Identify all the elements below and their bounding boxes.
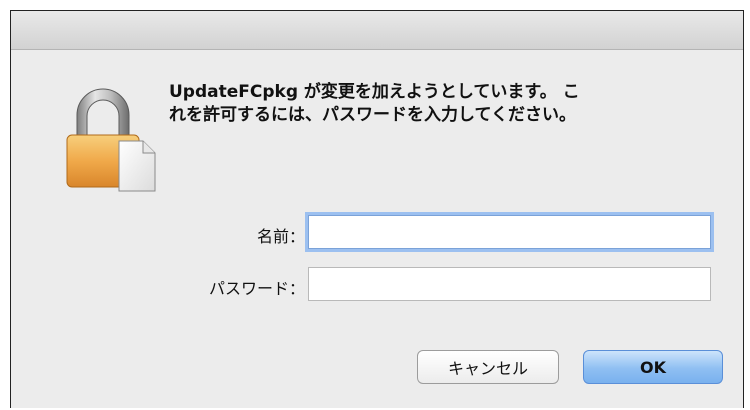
password-label: パスワード： [208, 279, 305, 298]
cancel-button[interactable]: キャンセル [417, 350, 559, 384]
password-field-row: パスワード： [11, 267, 743, 303]
dialog-titlebar[interactable] [11, 11, 743, 50]
name-field-row: 名前： [11, 215, 743, 251]
name-label: 名前： [256, 227, 305, 246]
dialog-message: UpdateFCpkg が変更を加えようとしています。 こ れを許可するには、パ… [169, 82, 580, 125]
lock-document-icon [66, 88, 156, 192]
authentication-dialog: UpdateFCpkg が変更を加えようとしています。 こ れを許可するには、パ… [10, 10, 744, 408]
name-input[interactable] [308, 215, 711, 249]
password-input[interactable] [308, 267, 711, 301]
ok-button[interactable]: OK [583, 350, 723, 384]
